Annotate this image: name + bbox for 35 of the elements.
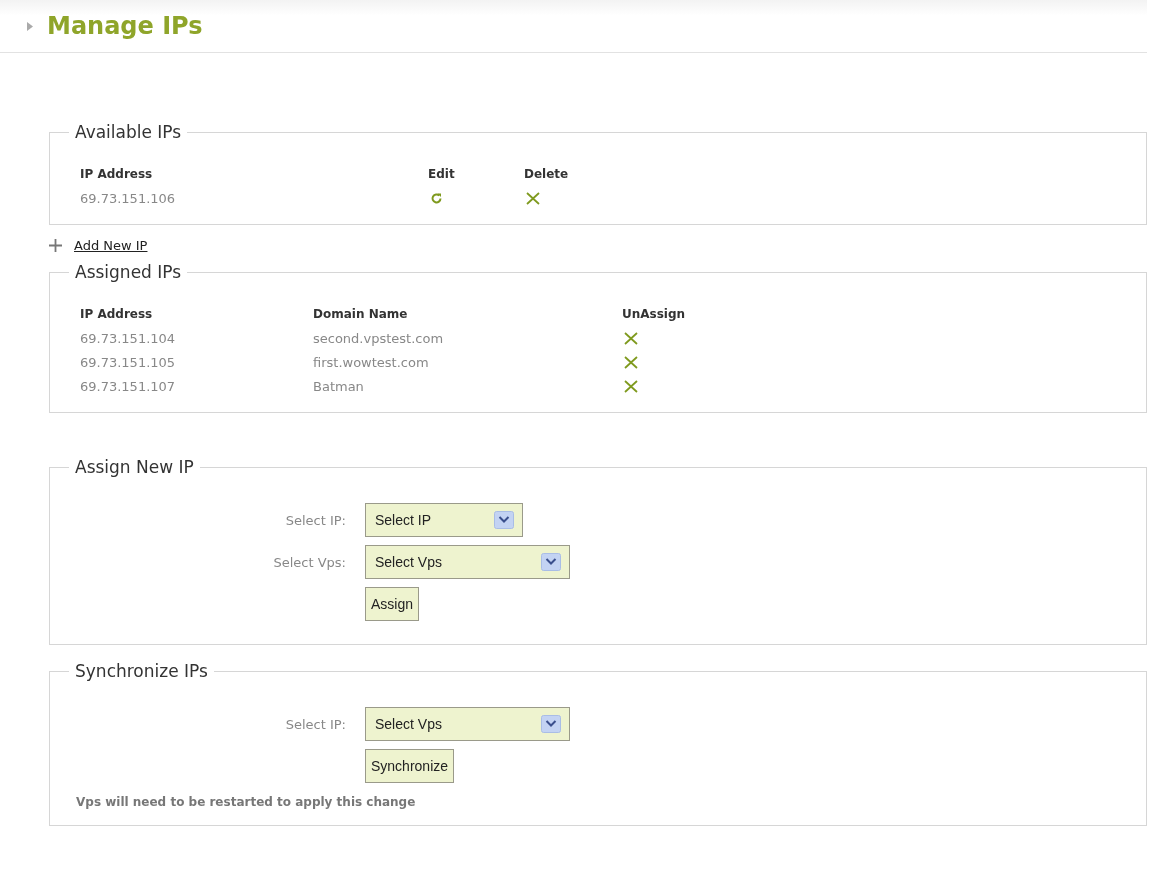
column-header: Delete [524,166,570,182]
section-title: Assign New IP [74,457,195,477]
field-label: Select IP: [284,512,346,528]
ip-address: 69.73.151.105 [80,353,177,371]
column-header: IP Address [80,306,154,322]
section-title: Available IPs [74,122,183,142]
select-dropdown[interactable]: Select IP [365,503,523,537]
section-title: Synchronize IPs [74,661,209,681]
column-header: Edit [428,166,456,182]
delete-icon[interactable] [526,191,540,205]
submit-button[interactable]: Synchronize [365,749,455,783]
ip-address: 69.73.151.104 [80,329,177,347]
delete-icon[interactable] [624,379,638,393]
submit-button[interactable]: Assign [365,587,420,621]
domain-name: Batman [313,377,365,395]
note-text: Vps will need to be restarted to apply this change [76,795,417,809]
plus-icon[interactable] [49,238,62,252]
add-ip-link[interactable]: Add New IP [74,237,148,253]
triangle-icon [27,21,33,31]
field-label: Select Vps: [272,554,346,570]
ip-address: 69.73.151.107 [80,377,177,395]
field-label: Select IP: [284,716,346,732]
ip-address: 69.73.151.106 [80,189,177,207]
domain-name: second.vpstest.com [313,329,445,347]
delete-icon[interactable] [624,331,638,345]
refresh-icon[interactable] [430,191,443,205]
domain-name: first.wowtest.com [313,353,430,371]
delete-icon[interactable] [624,355,638,369]
select-dropdown[interactable]: Select Vps [365,545,570,579]
select-dropdown[interactable]: Select Vps [365,707,570,741]
section-title: Assigned IPs [74,262,183,282]
column-header: Domain Name [313,306,409,322]
column-header: IP Address [80,166,154,182]
column-header: UnAssign [622,306,687,322]
page-title: Manage IPs [47,12,203,40]
